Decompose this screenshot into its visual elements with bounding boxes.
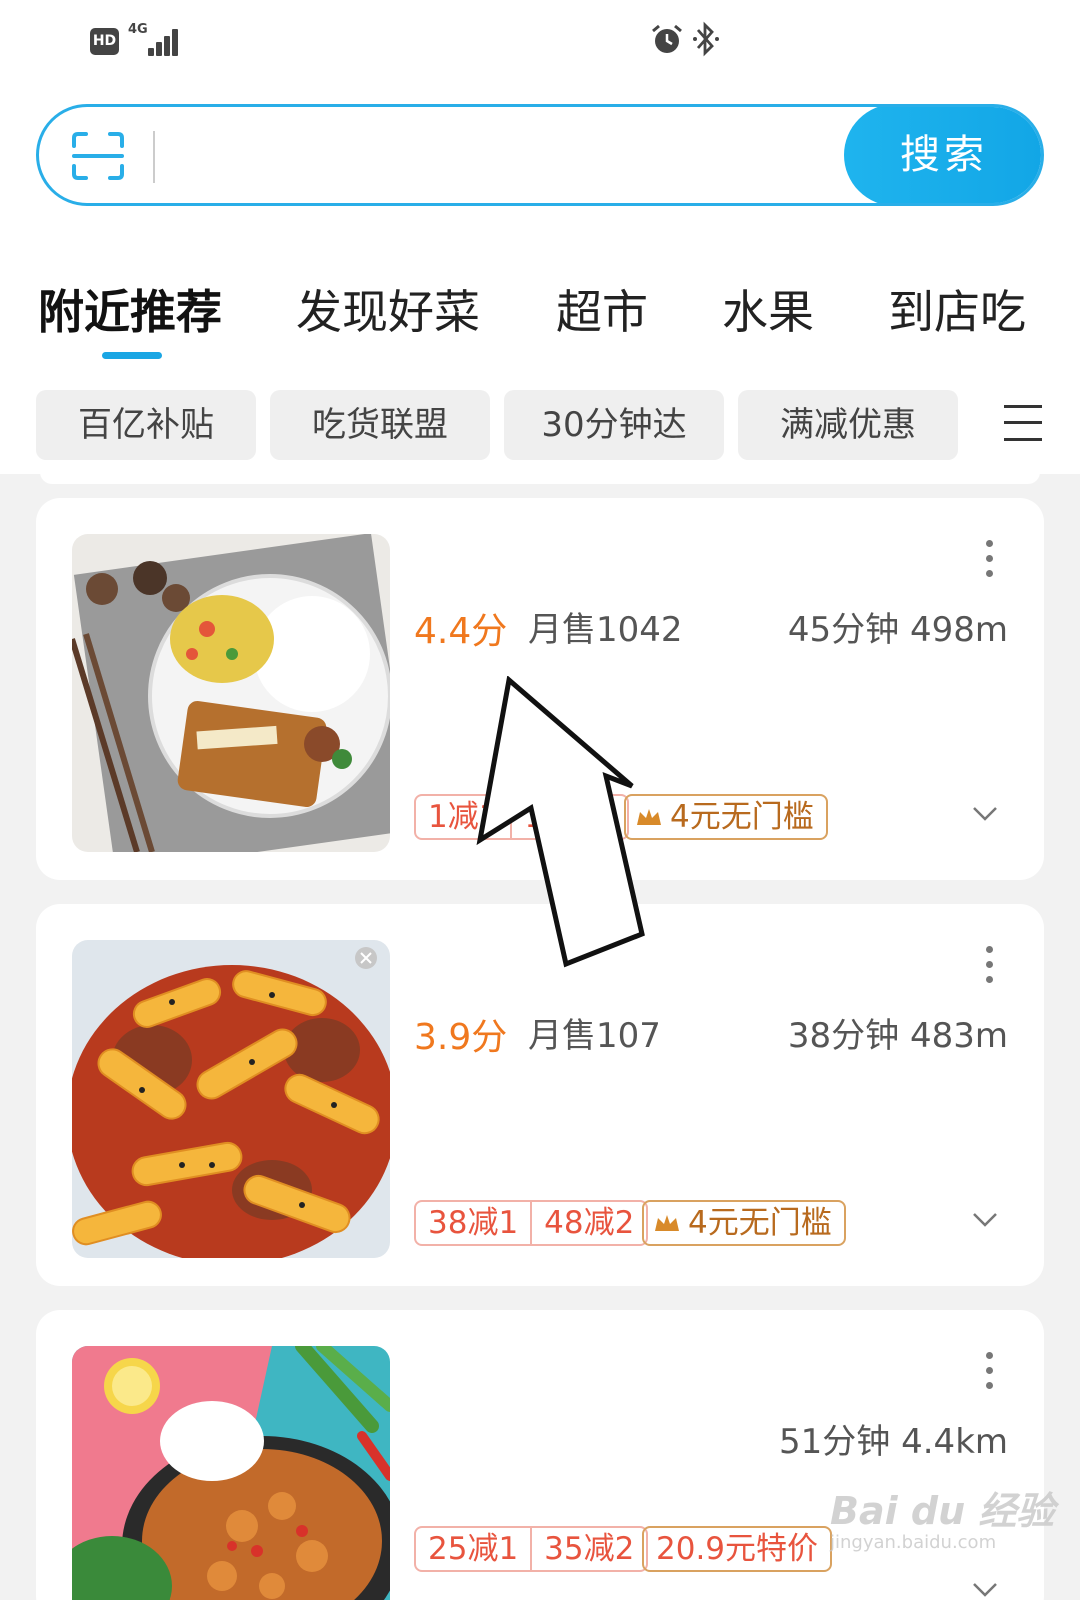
filter-subsidy[interactable]: 百亿补贴 — [36, 390, 256, 460]
tab-nearby[interactable]: 附近推荐 — [38, 276, 222, 342]
promo-tag: 48减2 — [530, 1202, 646, 1244]
search-caret — [153, 131, 155, 183]
category-tabs: 附近推荐 发现好菜 超市 水果 到店吃 — [38, 276, 1058, 356]
chevron-down-icon[interactable] — [972, 1212, 998, 1228]
filter-menu-icon[interactable] — [1004, 403, 1042, 443]
search-bar[interactable]: 搜索 — [36, 104, 1044, 206]
filter-30min[interactable]: 30分钟达 — [504, 390, 724, 460]
baidu-watermark: Bai du 经验 jingyan.baidu.com — [820, 1450, 1054, 1580]
alarm-icon — [652, 24, 682, 53]
scan-icon[interactable] — [72, 132, 124, 180]
promo-tags: 25减1 35减2 — [414, 1526, 649, 1572]
store-image[interactable] — [72, 1346, 390, 1600]
store-rating: 4.4分 — [414, 611, 508, 652]
coupon-label: 4元无门槛 — [688, 1205, 832, 1241]
promo-tag: 38减1 — [428, 1205, 519, 1241]
store-monthly-sales: 月售107 — [528, 1016, 661, 1056]
chevron-down-icon[interactable] — [972, 1582, 998, 1598]
network-type: 4G — [128, 22, 148, 37]
previous-card-edge — [40, 472, 1040, 484]
store-image[interactable] — [72, 940, 390, 1258]
tab-supermarket[interactable]: 超市 — [556, 276, 648, 342]
store-eta-distance: 45分钟 498m — [787, 610, 1008, 650]
coupon-tag: 4元无门槛 — [642, 1200, 846, 1246]
header-area: HD 4G 搜索 附近推荐 发现好菜 超市 水果 到店吃 百亿补贴 吃货联盟 3… — [0, 0, 1080, 474]
watermark-brand: Bai du 经验 — [830, 1489, 1055, 1533]
more-options-icon[interactable] — [986, 540, 994, 578]
signal-icon — [148, 26, 184, 56]
filter-discount[interactable]: 满减优惠 — [738, 390, 958, 460]
crown-icon — [655, 1215, 679, 1231]
coupon-tag: 4元无门槛 — [624, 794, 828, 840]
hd-badge: HD — [90, 28, 119, 55]
promo-tag: 25减1 — [428, 1531, 519, 1567]
tab-dine-in[interactable]: 到店吃 — [888, 276, 1026, 342]
watermark-url: jingyan.baidu.com — [830, 1532, 997, 1553]
status-bar: HD 4G — [0, 0, 1080, 84]
active-tab-indicator — [102, 352, 162, 359]
coupon-label: 4元无门槛 — [670, 799, 814, 835]
promo-tag: 35减2 — [530, 1528, 646, 1570]
filter-foodie-league[interactable]: 吃货联盟 — [270, 390, 490, 460]
chevron-down-icon[interactable] — [972, 806, 998, 822]
special-price-tag: 20.9元特价 — [642, 1526, 833, 1572]
store-image[interactable] — [72, 534, 390, 852]
special-price-label: 20.9元特价 — [656, 1531, 819, 1567]
annotation-arrow-icon — [476, 676, 645, 968]
promo-tags: 38减1 48减2 — [414, 1200, 649, 1246]
bluetooth-icon — [693, 21, 719, 57]
store-eta-distance: 38分钟 483m — [787, 1016, 1008, 1056]
store-monthly-sales: 月售1042 — [528, 610, 683, 650]
tab-discover[interactable]: 发现好菜 — [296, 276, 480, 342]
tab-fruit[interactable]: 水果 — [722, 276, 814, 342]
store-rating: 3.9分 — [414, 1017, 508, 1058]
more-options-icon[interactable] — [986, 946, 994, 984]
search-button[interactable]: 搜索 — [844, 107, 1041, 203]
more-options-icon[interactable] — [986, 1352, 994, 1390]
